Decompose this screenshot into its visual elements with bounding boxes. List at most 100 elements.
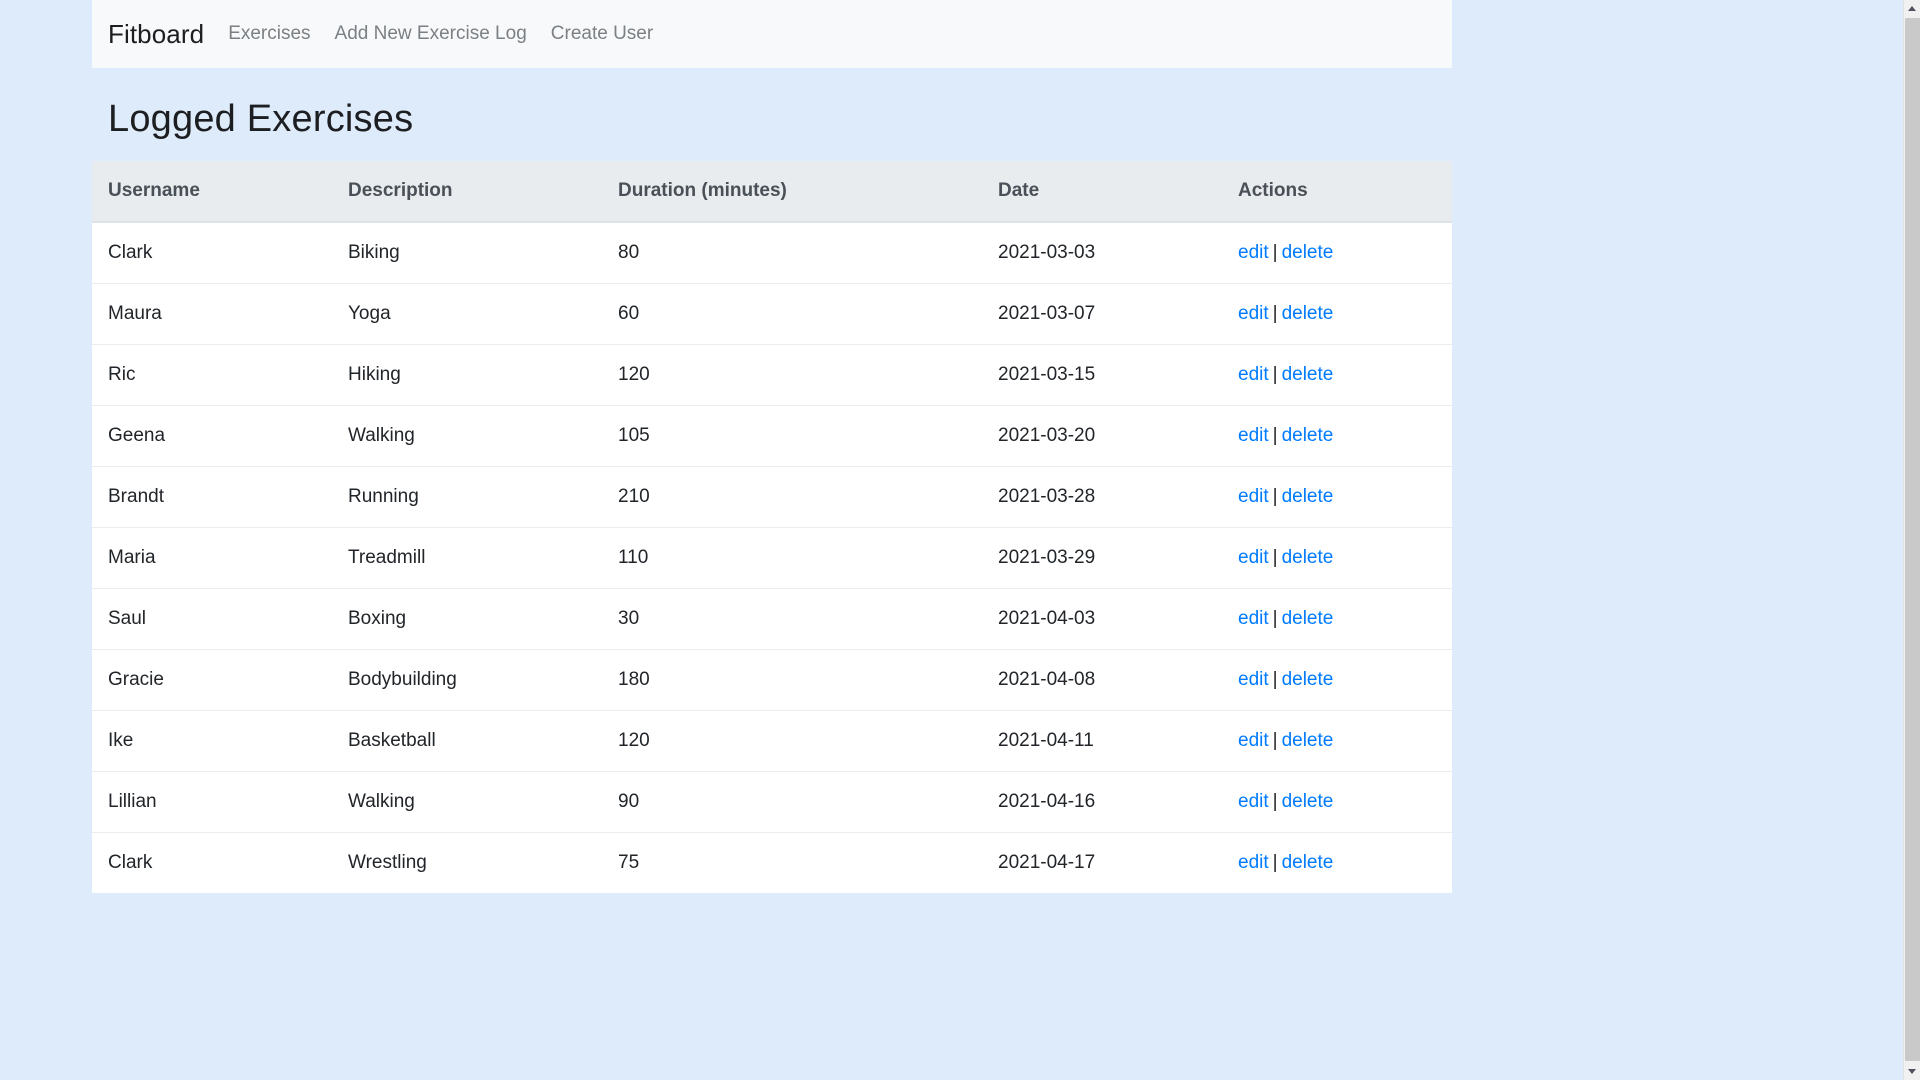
cell-actions: edit | delete bbox=[1222, 710, 1452, 772]
edit-link[interactable]: edit bbox=[1238, 730, 1269, 751]
cell-username: Ike bbox=[92, 710, 332, 772]
column-header-username: Username bbox=[92, 161, 332, 223]
cell-description: Running bbox=[332, 466, 602, 528]
cell-date: 2021-03-07 bbox=[982, 283, 1222, 345]
cell-duration: 120 bbox=[602, 710, 982, 772]
cell-actions: edit | delete bbox=[1222, 283, 1452, 345]
edit-link[interactable]: edit bbox=[1238, 364, 1269, 385]
cell-date: 2021-03-20 bbox=[982, 405, 1222, 467]
browser-viewport: Fitboard Exercises Add New Exercise Log … bbox=[0, 0, 1920, 1080]
cell-date: 2021-03-29 bbox=[982, 527, 1222, 589]
cell-actions: edit | delete bbox=[1222, 405, 1452, 467]
navbar-links: Exercises Add New Exercise Log Create Us… bbox=[228, 23, 653, 45]
cell-date: 2021-04-08 bbox=[982, 649, 1222, 711]
table-row: Gracie Bodybuilding 180 2021-04-08 edit | dele… bbox=[92, 649, 1452, 711]
table-row: Maura Yoga 60 2021-03-07 edit | delete bbox=[92, 283, 1452, 345]
page-title: Logged Exercises bbox=[108, 98, 414, 140]
cell-username: Maria bbox=[92, 527, 332, 589]
cell-username: Ric bbox=[92, 344, 332, 406]
table-row: Geena Walking 105 2021-03-20 edit | delete bbox=[92, 405, 1452, 467]
cell-actions: edit | delete bbox=[1222, 771, 1452, 833]
scroll-down-button[interactable] bbox=[1904, 1063, 1920, 1080]
chevron-down-icon bbox=[1908, 1069, 1916, 1074]
table-row: Ike Basketball 120 2021-04-11 edit | delete bbox=[92, 710, 1452, 772]
action-separator: | bbox=[1272, 608, 1278, 629]
edit-link[interactable]: edit bbox=[1238, 425, 1269, 446]
delete-link[interactable]: delete bbox=[1282, 791, 1334, 812]
delete-link[interactable]: delete bbox=[1282, 486, 1334, 507]
cell-actions: edit | delete bbox=[1222, 222, 1452, 284]
delete-link[interactable]: delete bbox=[1282, 730, 1334, 751]
cell-date: 2021-03-15 bbox=[982, 344, 1222, 406]
cell-duration: 80 bbox=[618, 242, 640, 263]
table-row: Maria Treadmill 110 2021-03-29 edit | delete bbox=[92, 527, 1452, 589]
cell-description: Wrestling bbox=[332, 832, 602, 893]
action-separator: | bbox=[1272, 547, 1278, 568]
edit-link[interactable]: edit bbox=[1238, 669, 1269, 690]
column-header-date: Date bbox=[982, 161, 1222, 223]
delete-link[interactable]: delete bbox=[1282, 364, 1334, 385]
cell-actions: edit | delete bbox=[1222, 344, 1452, 406]
edit-link[interactable]: edit bbox=[1238, 608, 1269, 629]
cell-username: Geena bbox=[92, 405, 332, 467]
cell-username: Brandt bbox=[92, 466, 332, 528]
delete-link[interactable]: delete bbox=[1282, 242, 1334, 263]
cell-duration: 60 bbox=[602, 283, 982, 345]
column-header-duration: Duration (minutes) bbox=[602, 161, 982, 223]
edit-link[interactable]: edit bbox=[1238, 242, 1269, 263]
cell-duration: 180 bbox=[602, 649, 982, 711]
edit-link[interactable]: edit bbox=[1238, 303, 1269, 324]
cell-duration: 30 bbox=[602, 588, 982, 650]
table-row: Brandt Running 210 2021-03-28 edit | delete bbox=[92, 466, 1452, 528]
chevron-up-icon bbox=[1908, 6, 1916, 11]
nav-link-create-user[interactable]: Create User bbox=[551, 23, 653, 45]
delete-link[interactable]: delete bbox=[1282, 303, 1334, 324]
delete-link[interactable]: delete bbox=[1282, 608, 1334, 629]
edit-link[interactable]: edit bbox=[1238, 547, 1269, 568]
cell-description: Biking bbox=[348, 242, 400, 263]
navbar: Fitboard Exercises Add New Exercise Log … bbox=[92, 0, 1452, 68]
cell-date: 2021-04-16 bbox=[982, 771, 1222, 833]
edit-link[interactable]: edit bbox=[1238, 486, 1269, 507]
cell-date: 2021-03-03 bbox=[998, 242, 1096, 263]
cell-duration: 75 bbox=[602, 832, 982, 893]
cell-description: Treadmill bbox=[332, 527, 602, 589]
edit-link[interactable]: edit bbox=[1238, 791, 1269, 812]
action-separator: | bbox=[1272, 425, 1278, 446]
action-separator: | bbox=[1272, 669, 1278, 690]
delete-link[interactable]: delete bbox=[1282, 425, 1334, 446]
vertical-scrollbar[interactable] bbox=[1903, 0, 1920, 1080]
cell-date: 2021-03-28 bbox=[982, 466, 1222, 528]
cell-username: Lillian bbox=[92, 771, 332, 833]
table-head: Username Description Duration (minutes) … bbox=[92, 161, 1452, 223]
action-separator: | bbox=[1272, 791, 1278, 812]
cell-actions: edit | delete bbox=[1222, 588, 1452, 650]
table-header-row: Username Description Duration (minutes) … bbox=[92, 161, 1452, 223]
scrollbar-thumb[interactable] bbox=[1905, 18, 1920, 1061]
delete-link[interactable]: delete bbox=[1282, 669, 1334, 690]
table-row: Clark Wrestling 75 2021-04-17 edit | delete bbox=[92, 832, 1452, 893]
table-row: Clark Biking 80 2021-03-03 edit | delete bbox=[92, 222, 1452, 284]
cell-actions: edit | delete bbox=[1222, 649, 1452, 711]
cell-username: Clark bbox=[92, 832, 332, 893]
edit-link[interactable]: edit bbox=[1238, 852, 1269, 873]
cell-duration: 110 bbox=[602, 527, 982, 589]
navbar-brand[interactable]: Fitboard bbox=[108, 19, 204, 50]
action-separator: | bbox=[1272, 303, 1278, 324]
action-separator: | bbox=[1272, 730, 1278, 751]
cell-username: Clark bbox=[108, 242, 153, 263]
delete-link[interactable]: delete bbox=[1282, 852, 1334, 873]
cell-date: 2021-04-03 bbox=[982, 588, 1222, 650]
cell-username: Saul bbox=[92, 588, 332, 650]
action-separator: | bbox=[1272, 242, 1278, 263]
nav-link-add-new-exercise-log[interactable]: Add New Exercise Log bbox=[335, 23, 527, 45]
scroll-up-button[interactable] bbox=[1904, 0, 1920, 17]
column-header-description: Description bbox=[332, 161, 602, 223]
page-content: Fitboard Exercises Add New Exercise Log … bbox=[92, 0, 1452, 893]
delete-link[interactable]: delete bbox=[1282, 547, 1334, 568]
logged-exercises-table: Username Description Duration (minutes) … bbox=[92, 161, 1452, 893]
action-separator: | bbox=[1272, 852, 1278, 873]
nav-link-exercises[interactable]: Exercises bbox=[228, 23, 310, 45]
table-row: Ric Hiking 120 2021-03-15 edit | delete bbox=[92, 344, 1452, 406]
cell-duration: 210 bbox=[602, 466, 982, 528]
